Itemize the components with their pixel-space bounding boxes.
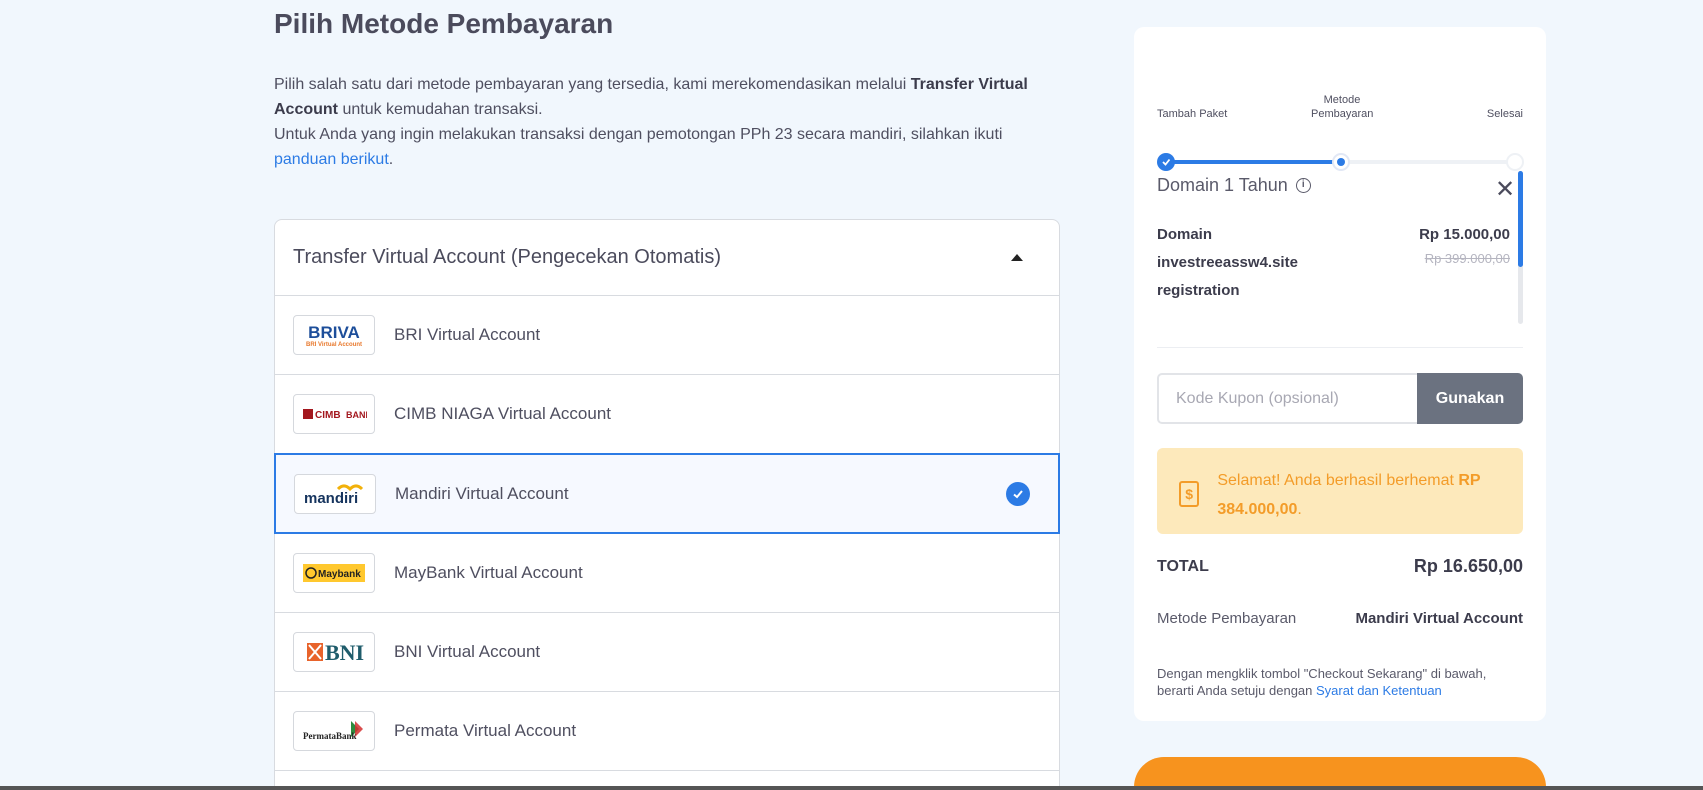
apply-coupon-button[interactable]: Gunakan: [1417, 373, 1523, 424]
cart-item-price: Rp 15.000,00: [1419, 226, 1510, 243]
step-current-icon: [1332, 153, 1350, 171]
bank-option-cimb[interactable]: CIMB BANK CIMB NIAGA Virtual Account: [275, 375, 1059, 454]
divider: [1157, 347, 1523, 348]
receipt-dollar-icon: $: [1179, 481, 1200, 507]
svg-text:mandiri: mandiri: [304, 490, 358, 507]
checkout-stepper: Tambah Paket Metode Pembayaran Selesai: [1157, 67, 1524, 171]
coupon-input[interactable]: [1157, 373, 1417, 424]
bank-option-bni[interactable]: BNI BNI Virtual Account: [275, 613, 1059, 692]
bank-option-permata[interactable]: PermataBank Permata Virtual Account: [275, 692, 1059, 771]
bank-label: BRI Virtual Account: [394, 325, 541, 344]
cart-title: Domain 1 Tahun i: [1157, 175, 1311, 196]
savings-end: .: [1297, 501, 1302, 518]
scrollbar-thumb[interactable]: [1518, 171, 1523, 267]
window-bottom-edge: [0, 786, 1703, 790]
svg-text:BNI: BNI: [325, 640, 364, 665]
cimb-logo-icon: CIMB BANK: [293, 394, 375, 434]
permata-logo-icon: PermataBank: [293, 711, 375, 751]
svg-text:BANK: BANK: [346, 410, 367, 420]
bni-logo-icon: BNI: [293, 632, 375, 672]
bank-option-bri[interactable]: BRIVA BRI Virtual Account BRI Virtual Ac…: [275, 296, 1059, 375]
accordion-title: Transfer Virtual Account (Pengecekan Oto…: [293, 246, 721, 268]
step-pending-icon: [1506, 153, 1524, 171]
cart-item-name: Domain investreeassw4.site registration: [1157, 226, 1298, 299]
step-complete-icon: [1157, 153, 1175, 171]
bank-label: CIMB NIAGA Virtual Account: [394, 404, 611, 423]
guide-link[interactable]: panduan berikut: [274, 151, 389, 168]
intro-line-1-end: untuk kemudahan transaksi.: [338, 101, 543, 118]
total-value: Rp 16.650,00: [1413, 556, 1523, 576]
intro-line-1: Pilih salah satu dari metode pembayaran …: [274, 76, 911, 93]
accordion-header[interactable]: Transfer Virtual Account (Pengecekan Oto…: [275, 220, 1059, 296]
maybank-logo-icon: Maybank: [293, 553, 375, 593]
bank-label: BNI Virtual Account: [394, 642, 541, 661]
intro-text: Pilih salah satu dari metode pembayaran …: [274, 72, 1060, 172]
check-circle-icon: [1006, 481, 1030, 506]
svg-text:BRI Virtual Account: BRI Virtual Account: [306, 342, 362, 348]
terms-link[interactable]: Syarat dan Ketentuan: [1316, 683, 1442, 698]
terms-text: Dengan mengklik tombol "Checkout Sekaran…: [1157, 665, 1523, 699]
svg-text:Maybank: Maybank: [318, 569, 361, 580]
step-label: Tambah Paket: [1157, 108, 1228, 120]
bank-option-maybank[interactable]: Maybank MayBank Virtual Account: [275, 534, 1059, 613]
svg-text:CIMB: CIMB: [315, 410, 341, 421]
bank-option-mandiri[interactable]: mandiri Mandiri Virtual Account: [274, 453, 1060, 534]
savings-text: Selamat! Anda berhasil berhemat RP 384.0…: [1217, 466, 1505, 524]
bank-label: Mandiri Virtual Account: [395, 483, 569, 503]
cart-title-text: Domain 1 Tahun: [1157, 175, 1288, 195]
cart-scrollbar[interactable]: [1518, 171, 1523, 324]
step-track-progress: [1166, 160, 1341, 164]
payment-method-value: Mandiri Virtual Account: [1355, 610, 1523, 627]
svg-text:BRIVA: BRIVA: [308, 323, 360, 342]
bank-label: Permata Virtual Account: [394, 721, 577, 740]
caret-up-icon[interactable]: [1011, 254, 1023, 261]
step-label: Metode Pembayaran: [1311, 94, 1374, 120]
bri-logo-icon: BRIVA BRI Virtual Account: [293, 315, 375, 355]
close-icon[interactable]: ✕: [1495, 175, 1515, 204]
savings-alert: $ Selamat! Anda berhasil berhemat RP 384…: [1157, 448, 1523, 534]
virtual-account-accordion: Transfer Virtual Account (Pengecekan Oto…: [274, 219, 1060, 790]
total-label: TOTAL: [1157, 558, 1209, 575]
bank-label: MayBank Virtual Account: [394, 563, 583, 582]
info-icon[interactable]: i: [1295, 178, 1311, 193]
savings-message: Selamat! Anda berhasil berhemat: [1217, 472, 1459, 489]
svg-text:PermataBank: PermataBank: [303, 731, 357, 741]
step-label: Selesai: [1486, 108, 1523, 120]
order-summary-panel: Tambah Paket Metode Pembayaran Selesai D…: [1134, 27, 1546, 721]
mandiri-logo-icon: mandiri: [294, 473, 376, 514]
cart-item-old-price: Rp 399.000,00: [1424, 251, 1510, 266]
intro-line-2: Untuk Anda yang ingin melakukan transaks…: [274, 126, 1003, 143]
payment-method-label: Metode Pembayaran: [1157, 610, 1297, 627]
page-title: Pilih Metode Pembayaran: [274, 8, 614, 39]
intro-line-2-end: .: [388, 151, 394, 168]
